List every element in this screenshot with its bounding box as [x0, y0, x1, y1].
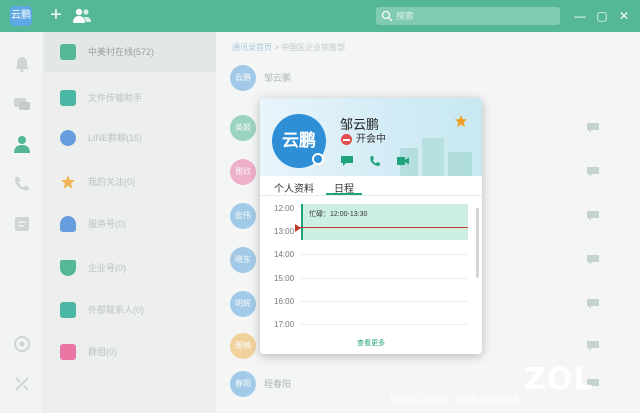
message-icon[interactable] [586, 122, 600, 134]
contact-row[interactable]: 云鹏 邹云鹏 [216, 58, 640, 98]
more-tools-icon[interactable] [12, 374, 32, 394]
breadcrumb: 通讯录首页 > 中国区企业销售部 [232, 42, 345, 53]
watermark-url: https://blog.csdn.net/cxx [390, 392, 519, 406]
avatar: 明辉 [230, 291, 256, 317]
profile-status: 开会中 [356, 134, 386, 145]
contact-name: 程春阳 [264, 379, 292, 389]
title-bar: 云鹏 + 搜索 — ▢ ✕ [0, 0, 640, 32]
avatar: 晓东 [230, 247, 256, 273]
group-label: 群组(0) [88, 347, 117, 357]
schedule-event[interactable]: 忙碌：12:00-13:30 [301, 204, 468, 240]
star-icon [61, 175, 75, 189]
search-placeholder: 搜索 [396, 11, 415, 21]
group-item[interactable]: 企业号(0) [44, 248, 216, 288]
contacts-add-icon[interactable] [72, 7, 92, 25]
message-icon[interactable] [586, 298, 600, 310]
contact-name: 邹云鹏 [264, 73, 292, 83]
org-icon [60, 44, 76, 60]
hour-line [300, 254, 468, 255]
avatar: 英姬 [230, 115, 256, 141]
hour-label: 16:00 [274, 297, 295, 306]
group-item[interactable]: 外部联系人(0) [44, 290, 216, 330]
notification-icon[interactable] [12, 54, 32, 74]
hour-line [300, 278, 468, 279]
service-icon [60, 216, 76, 232]
group-icon [60, 344, 76, 360]
breadcrumb-current: > 中国区企业销售部 [272, 43, 346, 52]
minimize-button[interactable]: — [572, 8, 588, 24]
add-button[interactable]: + [46, 4, 66, 26]
hour-label: 15:00 [274, 274, 295, 283]
phone-icon[interactable] [12, 174, 32, 194]
phone-icon[interactable] [368, 155, 382, 167]
hour-label: 13:00 [274, 227, 295, 236]
group-label: 文件传输助手 [88, 93, 143, 103]
event-text: 忙碌：12:00-13:30 [309, 211, 368, 218]
hour-label: 14:00 [274, 250, 295, 259]
enterprise-icon [60, 260, 76, 276]
apps-icon[interactable] [12, 214, 32, 234]
building-illustration [400, 138, 472, 176]
current-time-line [300, 227, 468, 228]
external-contact-icon [60, 302, 76, 318]
close-button[interactable]: ✕ [616, 8, 632, 24]
group-item[interactable]: 群组(0) [44, 332, 216, 372]
maximize-button[interactable]: ▢ [594, 8, 610, 24]
message-icon[interactable] [586, 166, 600, 178]
active-tab-indicator [326, 193, 362, 195]
breadcrumb-home-link[interactable]: 通讯录首页 [232, 43, 272, 52]
card-header: 云鹏 邹云鹏 开会中 [260, 98, 482, 176]
watermark-logo: ZOL [524, 362, 594, 397]
current-time-marker [295, 224, 301, 232]
message-icon[interactable] [586, 254, 600, 266]
avatar: 雅欣 [230, 159, 256, 185]
star-icon[interactable] [454, 114, 468, 128]
group-item[interactable]: 我的关注(0) [44, 162, 216, 202]
messages-icon[interactable] [12, 94, 32, 114]
search-box[interactable]: 搜索 [376, 7, 560, 25]
group-label: 我的关注(0) [88, 177, 135, 187]
chat-icon[interactable] [340, 155, 354, 167]
message-icon[interactable] [586, 210, 600, 222]
group-label: 服务号(0) [88, 219, 126, 229]
group-chat-icon [60, 130, 76, 146]
settings-icon[interactable] [12, 334, 32, 354]
view-more-link[interactable]: 查看更多 [260, 338, 482, 348]
hour-label: 17:00 [274, 320, 295, 329]
schedule-view: 12:00 13:00 14:00 15:00 16:00 17:00 忙碌：1… [260, 198, 482, 332]
group-label: LINE群聊(15) [88, 133, 143, 143]
busy-status-icon [341, 134, 352, 145]
video-call-icon[interactable] [396, 155, 410, 167]
user-avatar[interactable]: 云鹏 [10, 6, 32, 26]
group-item[interactable]: 服务号(0) [44, 204, 216, 244]
message-icon[interactable] [586, 340, 600, 352]
avatar: 云鹏 [230, 65, 256, 91]
profile-card: 云鹏 邹云鹏 开会中 个人资料 日程 12:00 13:00 14:00 15:… [260, 98, 482, 354]
tab-profile[interactable]: 个人资料 [274, 180, 314, 195]
group-item[interactable]: LINE群聊(15) [44, 118, 216, 158]
avatar: 春阳 [230, 371, 256, 397]
hour-line [300, 324, 468, 325]
folder-icon [60, 90, 76, 106]
group-label: 企业号(0) [88, 263, 126, 273]
hour-line [300, 301, 468, 302]
avatar: 宏伟 [230, 203, 256, 229]
group-label: 外部联系人(0) [88, 305, 144, 315]
nav-rail [0, 32, 44, 413]
card-tabs: 个人资料 日程 [260, 176, 482, 196]
contacts-icon[interactable] [12, 134, 32, 154]
profile-name: 邹云鹏 [340, 117, 380, 132]
group-item[interactable]: 中美村在线(572) [44, 32, 216, 72]
contact-groups: 中美村在线(572) 文件传输助手 LINE群聊(15) 我的关注(0) 服务号… [44, 32, 216, 413]
avatar-badge [312, 153, 324, 165]
avatar: 雅楠 [230, 333, 256, 359]
search-icon [381, 10, 393, 22]
group-label: 中美村在线(572) [88, 47, 155, 57]
group-item[interactable]: 文件传输助手 [44, 78, 216, 118]
schedule-scrollbar[interactable] [476, 208, 479, 278]
hour-label: 12:00 [274, 204, 295, 213]
